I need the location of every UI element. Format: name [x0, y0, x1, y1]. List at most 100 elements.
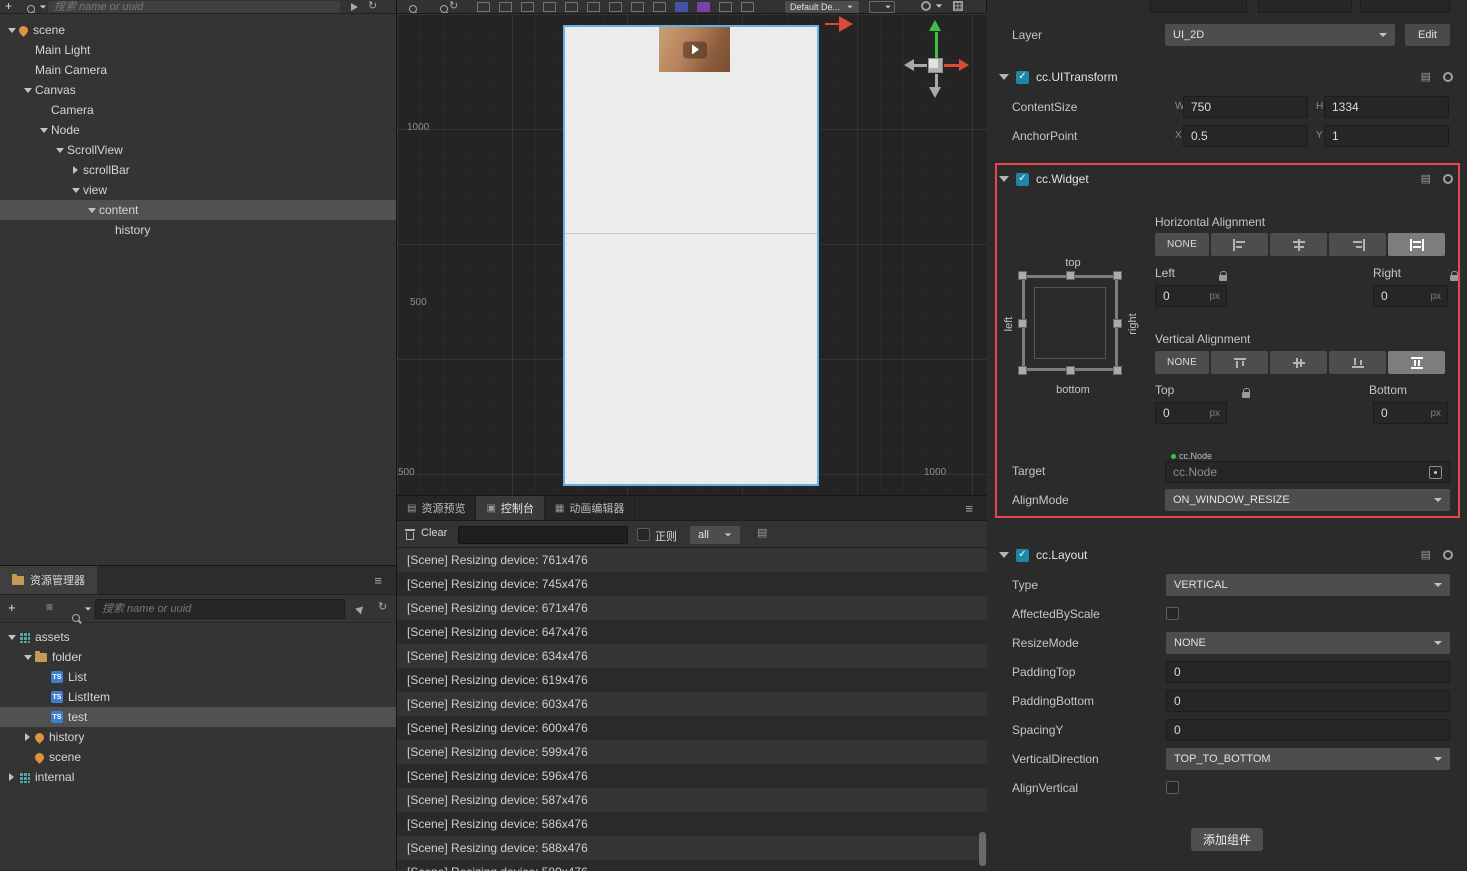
video-thumbnail[interactable] — [659, 27, 730, 72]
log-row[interactable]: [Scene] Resizing device: 588x476 — [397, 836, 987, 860]
collapse-section-icon[interactable] — [999, 74, 1009, 80]
v-align-middle-button[interactable] — [1270, 351, 1327, 374]
paddingbottom-input[interactable]: 0 — [1166, 689, 1450, 712]
h-align-left-button[interactable] — [1211, 233, 1268, 256]
right-offset-input[interactable]: 0 px — [1373, 285, 1448, 307]
verticaldirection-dropdown[interactable]: TOP_TO_BOTTOM — [1166, 747, 1450, 770]
toolbar-icon[interactable] — [719, 2, 732, 12]
search-filter-caret-icon[interactable] — [39, 5, 47, 9]
collapse-section-icon[interactable] — [999, 552, 1009, 558]
v-align-stretch-button[interactable] — [1388, 351, 1445, 374]
layer-dropdown[interactable]: UI_2D — [1165, 24, 1395, 46]
toolbar-icon[interactable] — [631, 2, 644, 12]
log-row[interactable]: [Scene] Resizing device: 586x476 — [397, 812, 987, 836]
v-align-top-button[interactable] — [1211, 351, 1268, 374]
component-enabled-checkbox[interactable]: ✓ — [1016, 172, 1029, 186]
assets-search-field[interactable] — [102, 603, 338, 615]
hierarchy-node-view[interactable]: view — [0, 180, 396, 200]
hierarchy-node-scene[interactable]: scene — [0, 20, 396, 40]
log-row[interactable]: [Scene] Resizing device: 745x476 — [397, 572, 987, 596]
gear-icon[interactable] — [921, 1, 931, 11]
add-node-icon[interactable]: + — [5, 0, 12, 13]
hierarchy-node-content[interactable]: content — [0, 200, 396, 220]
hierarchy-node-canvas[interactable]: Canvas — [0, 80, 396, 100]
log-row[interactable]: [Scene] Resizing device: 619x476 — [397, 668, 987, 692]
h-align-right-button[interactable] — [1329, 233, 1386, 256]
alignmode-dropdown[interactable]: ON_WINDOW_RESIZE — [1165, 489, 1450, 511]
console-menu-icon[interactable]: ≡ — [965, 501, 973, 516]
asset-node-listitem[interactable]: TS ListItem — [0, 687, 396, 707]
partial-input[interactable] — [1150, 0, 1247, 13]
alignvertical-checkbox[interactable] — [1166, 781, 1179, 794]
toolbar-icon[interactable] — [653, 2, 666, 12]
log-row[interactable]: [Scene] Resizing device: 761x476 — [397, 548, 987, 572]
collapse-all-icon[interactable] — [355, 603, 366, 615]
h-align-center-button[interactable] — [1270, 233, 1327, 256]
component-enabled-checkbox[interactable]: ✓ — [1016, 548, 1029, 562]
tab-console[interactable]: ▣ 控制台 — [476, 496, 545, 520]
doc-icon[interactable]: ▤ — [1421, 549, 1431, 561]
toolbar-icon[interactable] — [565, 2, 578, 12]
locate-node-icon[interactable] — [351, 3, 358, 11]
chevron-down-icon[interactable] — [935, 4, 943, 8]
toolbar-icon[interactable] — [521, 2, 534, 12]
mini-dropdown[interactable] — [869, 1, 895, 13]
log-row[interactable]: [Scene] Resizing device: 587x476 — [397, 788, 987, 812]
section-widget-header[interactable]: ✓ cc.Widget ▤ — [987, 166, 1467, 192]
partial-input[interactable] — [1360, 0, 1450, 13]
expanded-arrow-icon[interactable] — [6, 632, 17, 642]
refresh-icon[interactable]: ↻ — [378, 600, 387, 613]
resizemode-dropdown[interactable]: NONE — [1166, 631, 1450, 654]
spacingy-input[interactable]: 0 — [1166, 718, 1450, 741]
regex-checkbox[interactable] — [637, 528, 650, 541]
profile-dropdown[interactable]: Default De... — [785, 1, 859, 13]
expanded-arrow-icon[interactable] — [38, 125, 49, 135]
asset-node-test[interactable]: TS test — [0, 707, 396, 727]
asset-node-list[interactable]: TS List — [0, 667, 396, 687]
doc-icon[interactable]: ▤ — [1421, 173, 1431, 185]
add-component-button[interactable]: 添加组件 — [1191, 828, 1263, 851]
asset-node-folder[interactable]: folder — [0, 647, 396, 667]
collapsed-arrow-icon[interactable] — [70, 165, 81, 175]
bottom-offset-input[interactable]: 0 px — [1373, 402, 1448, 424]
h-align-stretch-button[interactable] — [1388, 233, 1445, 256]
play-button-icon[interactable] — [682, 41, 707, 58]
reset-view-icon[interactable]: ↻ — [449, 0, 458, 12]
expanded-arrow-icon[interactable] — [22, 652, 33, 662]
expanded-arrow-icon[interactable] — [6, 25, 17, 35]
hierarchy-node-scrollview[interactable]: ScrollView — [0, 140, 396, 160]
hierarchy-search-field[interactable] — [54, 1, 334, 13]
gear-icon[interactable] — [1443, 550, 1453, 560]
lock-icon[interactable] — [1219, 271, 1227, 281]
gear-icon[interactable] — [1443, 72, 1453, 82]
edit-button[interactable]: Edit — [1405, 24, 1450, 46]
toolbar-icon[interactable] — [587, 2, 600, 12]
lock-icon[interactable] — [1450, 271, 1459, 281]
target-field[interactable]: cc.Node — [1165, 461, 1450, 483]
contentsize-h-input[interactable]: 1334 — [1324, 96, 1449, 118]
zoom-out-icon[interactable] — [440, 5, 449, 13]
tab-animation-editor[interactable]: ▦ 动画编辑器 — [545, 496, 636, 520]
left-offset-input[interactable]: 0 px — [1155, 285, 1227, 307]
asset-node-assets[interactable]: assets — [0, 627, 396, 647]
component-enabled-checkbox[interactable]: ✓ — [1016, 70, 1029, 84]
log-row[interactable]: [Scene] Resizing device: 600x476 — [397, 716, 987, 740]
hierarchy-node-scrollbar[interactable]: scrollBar — [0, 160, 396, 180]
log-row[interactable]: [Scene] Resizing device: 589x476 — [397, 860, 987, 871]
hierarchy-node-main-light[interactable]: Main Light — [0, 40, 396, 60]
partial-input[interactable] — [1258, 0, 1352, 13]
console-scrollbar[interactable] — [979, 832, 986, 866]
device-canvas[interactable] — [563, 25, 819, 486]
v-align-bottom-button[interactable] — [1329, 351, 1386, 374]
refresh-icon[interactable]: ↻ — [368, 0, 377, 12]
axis-x-marker[interactable] — [825, 14, 855, 34]
collapsed-arrow-icon[interactable] — [22, 732, 33, 742]
sort-icon[interactable]: ≡ — [46, 600, 53, 614]
log-row[interactable]: [Scene] Resizing device: 603x476 — [397, 692, 987, 716]
affectedbyscale-checkbox[interactable] — [1166, 607, 1179, 620]
asset-node-scene[interactable]: scene — [0, 747, 396, 767]
assets-search-input[interactable] — [95, 599, 345, 619]
anchorpoint-y-input[interactable]: 1 — [1324, 125, 1449, 147]
clear-button[interactable] — [405, 529, 415, 543]
console-filter-field[interactable] — [464, 529, 622, 541]
